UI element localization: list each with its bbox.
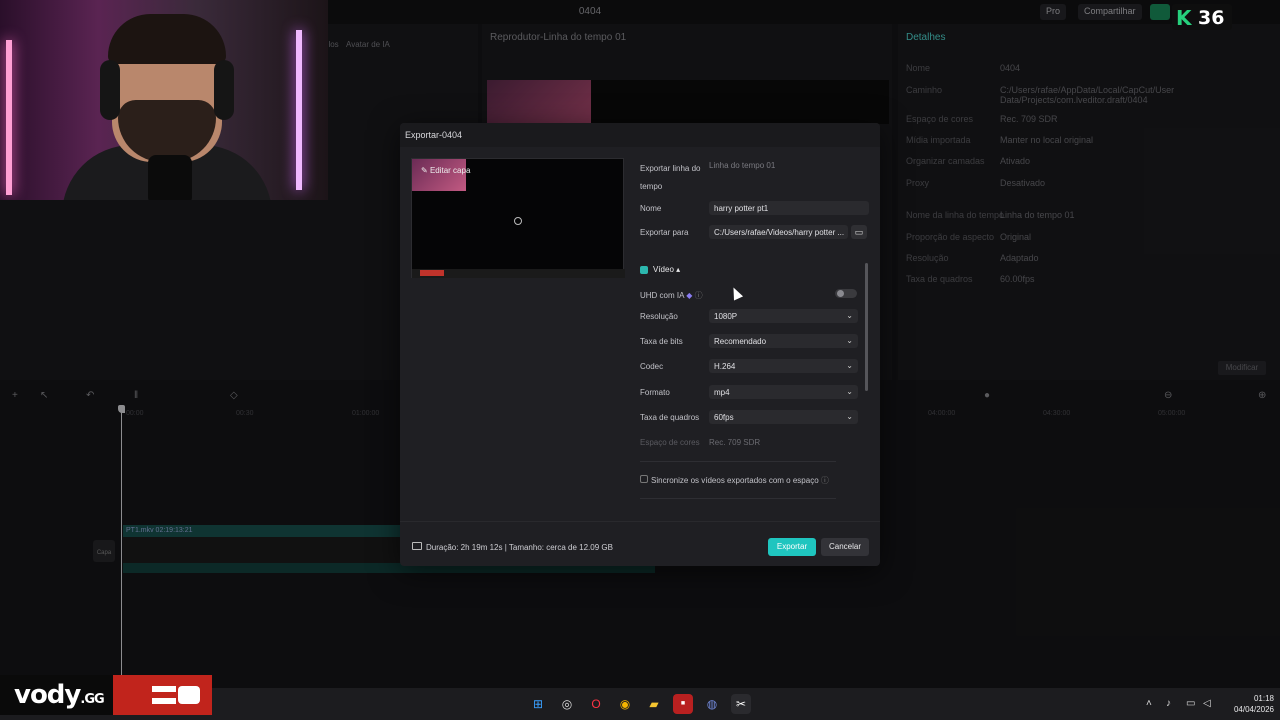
framerate-select[interactable]: 60fps ⌄ bbox=[709, 410, 858, 424]
video-section-label[interactable]: Vídeo ▴ bbox=[653, 265, 680, 274]
app-icon[interactable]: ◎ bbox=[557, 694, 577, 714]
capcut-icon[interactable]: ✂ bbox=[731, 694, 751, 714]
sync-checkbox[interactable] bbox=[640, 475, 648, 483]
format-label: Formato bbox=[640, 388, 670, 397]
chevron-up-icon: ▴ bbox=[676, 265, 681, 274]
chevron-down-icon: ⌄ bbox=[846, 336, 853, 345]
network-icon[interactable]: ▭ bbox=[1186, 698, 1195, 709]
colorspace-label: Espaço de cores bbox=[640, 438, 700, 447]
folder-icon[interactable]: ▰ bbox=[644, 694, 664, 714]
chrome-icon[interactable]: ◉ bbox=[615, 694, 635, 714]
resolution-value: 1080P bbox=[714, 312, 738, 321]
codec-value: H.264 bbox=[714, 362, 736, 371]
name-input[interactable]: harry potter pt1 bbox=[709, 201, 869, 215]
tray-expand-icon[interactable]: ˄ bbox=[1146, 698, 1152, 709]
sync-label-text: Sincronize os vídeos exportados com o es… bbox=[651, 476, 819, 485]
discord-icon[interactable]: ◍ bbox=[702, 694, 722, 714]
vody-logo-text: vody.GG bbox=[14, 680, 105, 710]
bitrate-value: Recomendado bbox=[714, 337, 767, 346]
duration-info: Duração: 2h 19m 12s | Tamanho: cerca de … bbox=[426, 543, 613, 552]
chevron-down-icon: ⌄ bbox=[846, 412, 853, 421]
framerate-value: 60fps bbox=[714, 413, 734, 422]
neon-light bbox=[6, 40, 12, 195]
colorspace-value: Rec. 709 SDR bbox=[709, 438, 761, 447]
app-root: 0404 Pro Compartilhar elos Avatar de IA … bbox=[0, 0, 1280, 720]
info-icon: ⓘ bbox=[694, 291, 703, 300]
uhd-label: UHD com IA ◆ ⓘ bbox=[640, 290, 703, 301]
headphone-icon bbox=[214, 60, 234, 120]
section-divider bbox=[640, 461, 836, 462]
opera-icon[interactable]: O bbox=[586, 694, 606, 714]
framerate-label: Taxa de quadros bbox=[640, 413, 700, 422]
edit-cover-label: Editar capa bbox=[429, 166, 471, 175]
kick-viewer-badge: K 36 bbox=[1172, 4, 1232, 30]
clock-time: 01:18 bbox=[1253, 694, 1274, 703]
dialog-title: Exportar-0404 bbox=[405, 130, 463, 140]
loading-icon bbox=[514, 217, 522, 225]
cover-thumbnail bbox=[412, 159, 466, 191]
uhd-label-text: UHD com IA bbox=[640, 291, 685, 300]
cover-preview[interactable]: ✎ Editar capa bbox=[411, 158, 625, 278]
mic-tray-icon[interactable]: ♪ bbox=[1166, 698, 1171, 709]
edit-cover-button[interactable]: ✎ Editar capa bbox=[421, 166, 470, 175]
viewer-count: 36 bbox=[1198, 7, 1225, 29]
toggle-knob bbox=[837, 290, 844, 297]
info-icon: ⓘ bbox=[820, 476, 829, 485]
chevron-down-icon: ⌄ bbox=[846, 311, 853, 320]
sync-label[interactable]: Sincronize os vídeos exportados com o es… bbox=[651, 475, 829, 486]
brand-suffix: .GG bbox=[80, 692, 104, 707]
section-divider bbox=[640, 498, 836, 499]
vody-logo-icon bbox=[152, 686, 200, 704]
headphone-icon bbox=[100, 60, 120, 120]
resolution-select[interactable]: 1080P ⌄ bbox=[709, 309, 858, 323]
voice-app-icon[interactable]: ■ bbox=[673, 694, 693, 714]
export-to-label: Exportar para bbox=[640, 228, 689, 237]
microphone bbox=[148, 155, 192, 200]
codec-label: Codec bbox=[640, 362, 664, 371]
volume-icon[interactable]: ◁ bbox=[1203, 698, 1211, 709]
export-timeline-label: Exportar linha do tempo bbox=[640, 164, 701, 191]
film-icon bbox=[412, 542, 422, 550]
system-clock[interactable]: 01:18 04/04/2026 bbox=[1218, 693, 1274, 715]
windows-start-icon[interactable]: ⊞ bbox=[528, 694, 548, 714]
neon-light bbox=[296, 30, 302, 190]
name-label: Nome bbox=[640, 204, 662, 213]
footer-divider bbox=[400, 521, 880, 522]
webcam-overlay bbox=[0, 0, 328, 200]
export-timeline-value: Linha do tempo 01 bbox=[709, 161, 776, 170]
video-section-text: Vídeo bbox=[653, 265, 674, 274]
clock-date: 04/04/2026 bbox=[1233, 705, 1274, 714]
brand-name: vody bbox=[14, 680, 81, 710]
folder-icon[interactable]: ▭ bbox=[851, 225, 867, 239]
streamer-hair bbox=[108, 14, 226, 64]
bitrate-select[interactable]: Recomendado ⌄ bbox=[709, 334, 858, 348]
video-checkbox[interactable] bbox=[640, 266, 648, 274]
cancel-button[interactable]: Cancelar bbox=[821, 538, 869, 556]
export-button[interactable]: Exportar bbox=[768, 538, 816, 556]
format-value: mp4 bbox=[714, 388, 730, 397]
ai-icon: ◆ bbox=[686, 291, 693, 300]
format-select[interactable]: mp4 ⌄ bbox=[709, 385, 858, 399]
resolution-label: Resolução bbox=[640, 312, 678, 321]
chevron-down-icon: ⌄ bbox=[846, 361, 853, 370]
export-path-input[interactable]: C:/Users/rafae/Videos/harry potter ... bbox=[709, 225, 848, 239]
dialog-header: Exportar-0404 bbox=[400, 123, 880, 147]
kick-logo-icon: K bbox=[1176, 6, 1192, 30]
settings-scrollbar[interactable] bbox=[865, 263, 868, 391]
export-dialog: Exportar-0404 ✎ Editar capa Exportar lin… bbox=[400, 123, 880, 566]
preview-badge bbox=[420, 270, 444, 276]
bitrate-label: Taxa de bits bbox=[640, 337, 683, 346]
uhd-toggle[interactable] bbox=[835, 289, 857, 298]
codec-select[interactable]: H.264 ⌄ bbox=[709, 359, 858, 373]
chevron-down-icon: ⌄ bbox=[846, 387, 853, 396]
